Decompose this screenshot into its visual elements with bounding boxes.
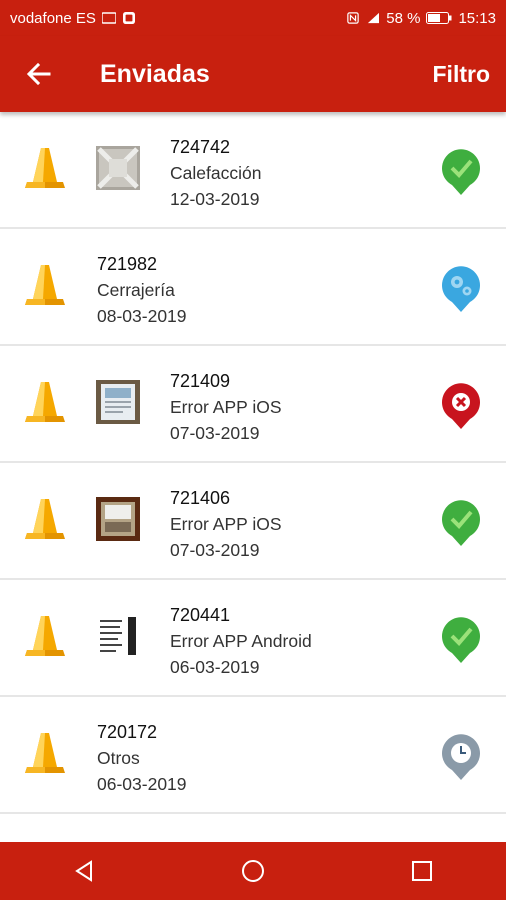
item-info: 724742 Calefacción 12-03-2019 bbox=[170, 134, 261, 212]
nav-recents-button[interactable] bbox=[402, 851, 442, 891]
traffic-cone-icon bbox=[24, 263, 66, 309]
traffic-cone-icon bbox=[24, 497, 66, 543]
nav-back-button[interactable] bbox=[64, 851, 104, 891]
item-info: 721409 Error APP iOS 07-03-2019 bbox=[170, 368, 282, 446]
item-date: 07-03-2019 bbox=[170, 423, 260, 443]
item-date: 12-03-2019 bbox=[170, 189, 260, 209]
nav-home-button[interactable] bbox=[233, 851, 273, 891]
system-nav-bar bbox=[0, 842, 506, 900]
clock-status-icon bbox=[440, 733, 482, 781]
check-status-icon bbox=[440, 148, 482, 196]
list-item[interactable]: 724742 Calefacción 12-03-2019 bbox=[0, 112, 506, 229]
clock: 15:13 bbox=[458, 9, 496, 27]
carrier-label: vodafone ES bbox=[10, 9, 96, 27]
item-number: 721406 bbox=[170, 488, 231, 508]
item-number: 724742 bbox=[170, 137, 231, 157]
sent-list: 724742 Calefacción 12-03-2019 721982 Cer… bbox=[0, 112, 506, 842]
list-item[interactable]: 721409 Error APP iOS 07-03-2019 bbox=[0, 346, 506, 463]
traffic-cone-icon bbox=[24, 731, 66, 777]
list-item[interactable]: 720441 Error APP Android 06-03-2019 bbox=[0, 580, 506, 697]
square-recents-icon bbox=[411, 861, 432, 881]
item-number: 720172 bbox=[97, 722, 158, 742]
item-info: 721406 Error APP iOS 07-03-2019 bbox=[170, 485, 282, 563]
arrow-left-icon bbox=[27, 63, 51, 85]
circle-home-icon bbox=[241, 860, 264, 882]
app-bar: Enviadas Filtro bbox=[0, 36, 506, 112]
filter-button[interactable]: Filtro bbox=[433, 61, 491, 88]
notification-app-icon bbox=[122, 12, 135, 24]
traffic-cone-icon bbox=[24, 146, 66, 192]
item-date: 07-03-2019 bbox=[170, 540, 260, 560]
item-number: 721982 bbox=[97, 254, 158, 274]
item-category: Cerrajería bbox=[97, 280, 175, 300]
nfc-icon bbox=[347, 12, 359, 24]
item-category: Error APP Android bbox=[170, 631, 312, 651]
list-item[interactable]: 721982 Cerrajería 08-03-2019 bbox=[0, 229, 506, 346]
battery-icon bbox=[426, 12, 452, 24]
sim-icon bbox=[101, 12, 116, 24]
item-category: Otros bbox=[97, 748, 140, 768]
triangle-back-icon bbox=[75, 860, 93, 882]
item-category: Calefacción bbox=[170, 163, 262, 183]
item-date: 08-03-2019 bbox=[97, 306, 187, 326]
thumbnail-image bbox=[96, 497, 140, 541]
back-button[interactable] bbox=[24, 59, 54, 89]
item-date: 06-03-2019 bbox=[97, 774, 187, 794]
battery-percent: 58 % bbox=[386, 9, 421, 27]
item-number: 720441 bbox=[170, 605, 231, 625]
check-status-icon bbox=[440, 499, 482, 547]
status-bar: vodafone ES 58 % 15:13 bbox=[0, 0, 506, 36]
page-title: Enviadas bbox=[100, 59, 210, 88]
list-item[interactable]: 721406 Error APP iOS 07-03-2019 bbox=[0, 463, 506, 580]
signal-icon bbox=[368, 12, 380, 24]
check-status-icon bbox=[440, 616, 482, 664]
item-category: Error APP iOS bbox=[170, 514, 282, 534]
item-category: Error APP iOS bbox=[170, 397, 282, 417]
thumbnail-image bbox=[96, 146, 140, 190]
item-info: 721982 Cerrajería 08-03-2019 bbox=[97, 251, 187, 329]
traffic-cone-icon bbox=[24, 614, 66, 660]
item-info: 720441 Error APP Android 06-03-2019 bbox=[170, 602, 312, 680]
traffic-cone-icon bbox=[24, 380, 66, 426]
item-info: 720172 Otros 06-03-2019 bbox=[97, 719, 187, 797]
status-bar-right: 58 % 15:13 bbox=[346, 10, 496, 27]
list-item[interactable]: 720172 Otros 06-03-2019 bbox=[0, 697, 506, 814]
gears-status-icon bbox=[440, 265, 482, 313]
status-bar-left: vodafone ES bbox=[10, 10, 346, 27]
item-date: 06-03-2019 bbox=[170, 657, 260, 677]
thumbnail-image bbox=[96, 380, 140, 424]
thumbnail-image bbox=[96, 614, 140, 658]
rejected-status-icon bbox=[440, 382, 482, 430]
item-number: 721409 bbox=[170, 371, 231, 391]
